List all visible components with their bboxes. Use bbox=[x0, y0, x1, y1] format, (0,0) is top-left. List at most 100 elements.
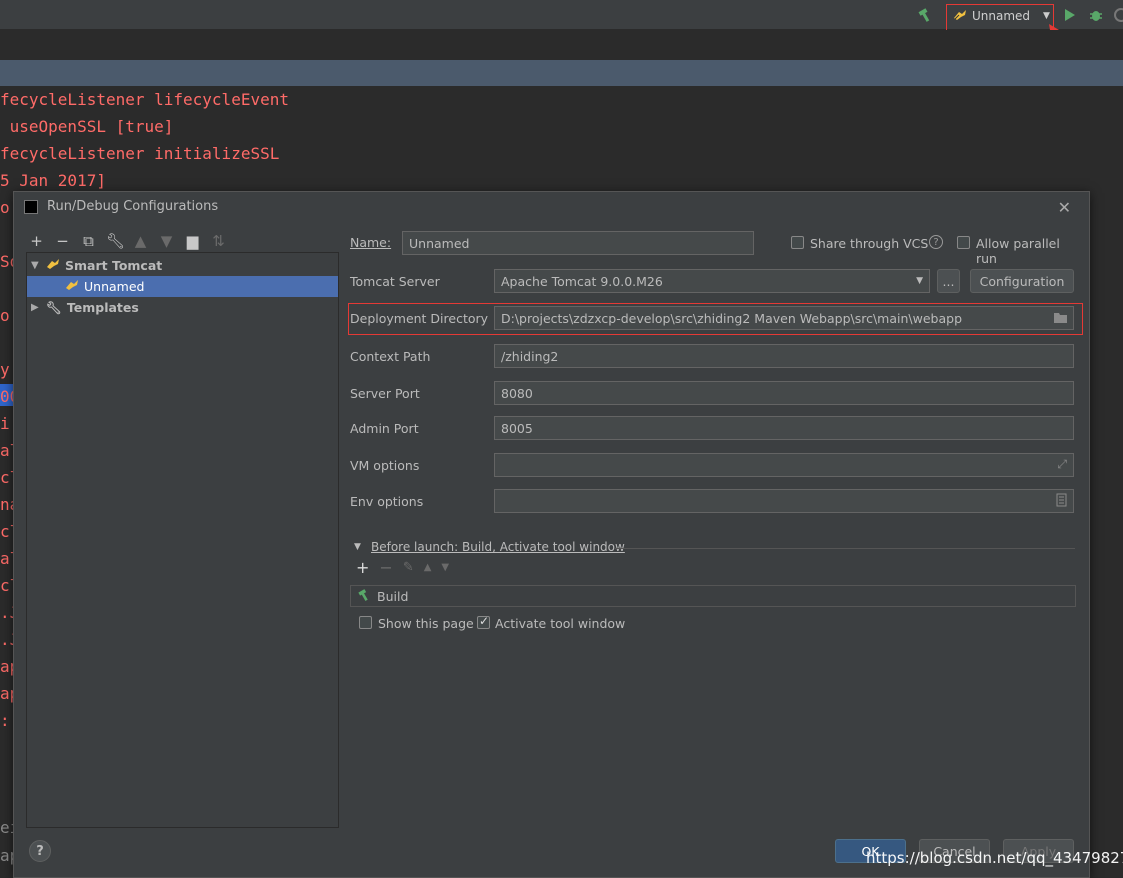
editor-strip bbox=[0, 30, 1123, 60]
watermark-text: https://blog.csdn.net/qq_43479827 bbox=[866, 849, 1123, 867]
tomcat-icon bbox=[65, 279, 79, 294]
tomcat-icon bbox=[46, 258, 60, 273]
new-folder-icon[interactable]: ▆ bbox=[184, 232, 201, 250]
remove-icon[interactable]: − bbox=[379, 558, 392, 577]
server-port-field[interactable] bbox=[494, 381, 1074, 405]
intellij-logo-icon bbox=[24, 200, 38, 214]
env-options-label: Env options bbox=[350, 494, 424, 509]
admin-port-field[interactable] bbox=[494, 416, 1074, 440]
admin-port-input[interactable] bbox=[501, 420, 1073, 436]
vm-options-field[interactable]: ⤢ bbox=[494, 453, 1074, 477]
configuration-button[interactable]: Configuration bbox=[970, 269, 1074, 293]
dialog-titlebar: Run/Debug Configurations ✕ bbox=[14, 192, 1089, 222]
console-line: useOpenSSL [true] bbox=[0, 117, 174, 136]
activate-tool-window-label: Activate tool window bbox=[495, 616, 626, 631]
run-icon[interactable] bbox=[1062, 6, 1078, 24]
run-config-selector[interactable]: Unnamed ▼ bbox=[947, 5, 1053, 27]
allow-parallel-label: Allow parallel run bbox=[976, 236, 1060, 266]
browse-server-button[interactable]: ... bbox=[937, 269, 960, 293]
document-icon[interactable] bbox=[1056, 493, 1067, 510]
expand-icon[interactable]: ⤢ bbox=[1057, 457, 1067, 472]
env-options-field[interactable] bbox=[494, 489, 1074, 513]
edit-icon[interactable]: ✎ bbox=[403, 560, 414, 575]
add-icon[interactable]: + bbox=[28, 232, 45, 250]
console-line: y bbox=[0, 360, 10, 379]
help-button[interactable]: ? bbox=[29, 840, 51, 862]
move-down-icon[interactable]: ▼ bbox=[441, 562, 449, 573]
name-field[interactable] bbox=[402, 231, 754, 255]
tree-item-label: Unnamed bbox=[84, 279, 145, 294]
config-form: Name: Share through VCS ? Allow parallel… bbox=[348, 228, 1083, 828]
help-circle-icon[interactable]: ? bbox=[929, 235, 943, 249]
tomcat-server-select[interactable]: Apache Tomcat 9.0.0.M26 ▼ bbox=[494, 269, 930, 293]
chevron-down-icon: ▼ bbox=[916, 276, 923, 286]
name-label: Name: bbox=[350, 235, 392, 250]
context-path-field[interactable] bbox=[494, 344, 1074, 368]
tree-toolbar: + − ⧉ 🔧︎ ▲ ▼ ▆ ⇅ bbox=[28, 232, 227, 250]
copy-icon[interactable]: ⧉ bbox=[80, 232, 97, 250]
activate-tool-window-checkbox[interactable] bbox=[477, 614, 490, 629]
console-line: fecycleListener initializeSSL bbox=[0, 144, 280, 163]
deployment-directory-label: Deployment Directory bbox=[350, 311, 489, 326]
show-page-label: Show this page bbox=[378, 616, 474, 631]
collapse-arrow-icon[interactable]: ▼ bbox=[354, 542, 361, 552]
hammer-icon[interactable] bbox=[916, 6, 934, 24]
before-launch-task-list: Build bbox=[350, 585, 1076, 607]
sort-icon[interactable]: ⇅ bbox=[210, 232, 227, 250]
context-path-label: Context Path bbox=[350, 349, 431, 364]
tomcat-server-label: Tomcat Server bbox=[350, 274, 440, 289]
before-launch-toolbar: + − ✎ ▲ ▼ bbox=[356, 558, 449, 577]
server-port-label: Server Port bbox=[350, 386, 420, 401]
console-line: : bbox=[0, 711, 10, 730]
show-page-checkbox[interactable] bbox=[359, 616, 372, 629]
share-vcs-checkbox[interactable] bbox=[791, 236, 804, 249]
move-up-icon[interactable]: ▲ bbox=[132, 232, 149, 250]
tree-group-smart-tomcat[interactable]: ▼ Smart Tomcat bbox=[31, 255, 331, 276]
folder-icon[interactable] bbox=[1053, 311, 1068, 327]
vm-options-label: VM options bbox=[350, 458, 420, 473]
add-icon[interactable]: + bbox=[356, 558, 369, 577]
run-debug-dialog: Run/Debug Configurations ✕ + − ⧉ 🔧︎ ▲ ▼ … bbox=[13, 191, 1090, 878]
collapse-arrow-icon[interactable]: ▶ bbox=[31, 302, 41, 313]
console-line: o bbox=[0, 198, 10, 217]
tree-item-unnamed[interactable]: Unnamed bbox=[27, 276, 338, 297]
admin-port-label: Admin Port bbox=[350, 421, 419, 436]
dropdown-icon: ▼ bbox=[1043, 11, 1050, 21]
console-line: i bbox=[0, 414, 10, 433]
tree-group-label: Smart Tomcat bbox=[65, 258, 163, 273]
hammer-icon bbox=[357, 588, 371, 605]
env-options-input[interactable] bbox=[501, 493, 1073, 509]
context-path-input[interactable] bbox=[501, 348, 1073, 364]
wrench-icon[interactable]: 🔧︎ bbox=[106, 232, 125, 250]
tree-group-label: Templates bbox=[66, 300, 139, 315]
vm-options-input[interactable] bbox=[501, 457, 1073, 473]
tree-group-templates[interactable]: ▶ 🔧︎ Templates bbox=[31, 297, 331, 318]
debug-icon[interactable] bbox=[1087, 6, 1105, 24]
before-launch-label: Before launch: Build, Activate tool wind… bbox=[371, 540, 625, 554]
tomcat-server-value: Apache Tomcat 9.0.0.M26 bbox=[501, 273, 663, 289]
deployment-directory-value: D:\projects\zdzxcp-develop\src\zhiding2 … bbox=[501, 310, 962, 326]
console-line: 5 Jan 2017] bbox=[0, 171, 106, 190]
share-vcs-label: Share through VCS bbox=[810, 236, 929, 251]
name-input[interactable] bbox=[409, 235, 753, 251]
expand-arrow-icon[interactable]: ▼ bbox=[31, 260, 41, 271]
tomcat-icon bbox=[953, 9, 967, 24]
console-line: fecycleListener lifecycleEvent bbox=[0, 90, 289, 109]
section-divider bbox=[615, 548, 1075, 549]
config-tree: ▼ Smart Tomcat Unnamed ▶ 🔧︎ Templates bbox=[26, 252, 339, 828]
tool-window-header bbox=[0, 60, 1123, 86]
console-line: o bbox=[0, 306, 10, 325]
server-port-input[interactable] bbox=[501, 385, 1073, 401]
close-icon[interactable]: ✕ bbox=[1058, 198, 1071, 217]
wrench-icon: 🔧︎ bbox=[46, 299, 62, 315]
partial-toolbar-icon bbox=[1113, 6, 1123, 24]
remove-icon[interactable]: − bbox=[54, 232, 71, 250]
run-config-label: Unnamed bbox=[972, 9, 1031, 23]
dialog-title: Run/Debug Configurations bbox=[47, 199, 219, 214]
deployment-directory-field[interactable]: D:\projects\zdzxcp-develop\src\zhiding2 … bbox=[494, 306, 1074, 330]
allow-parallel-checkbox[interactable] bbox=[957, 236, 970, 249]
main-toolbar: Unnamed ▼ bbox=[0, 0, 1123, 53]
build-task-label[interactable]: Build bbox=[377, 589, 408, 604]
move-up-icon[interactable]: ▲ bbox=[424, 562, 432, 573]
move-down-icon[interactable]: ▼ bbox=[158, 232, 175, 250]
